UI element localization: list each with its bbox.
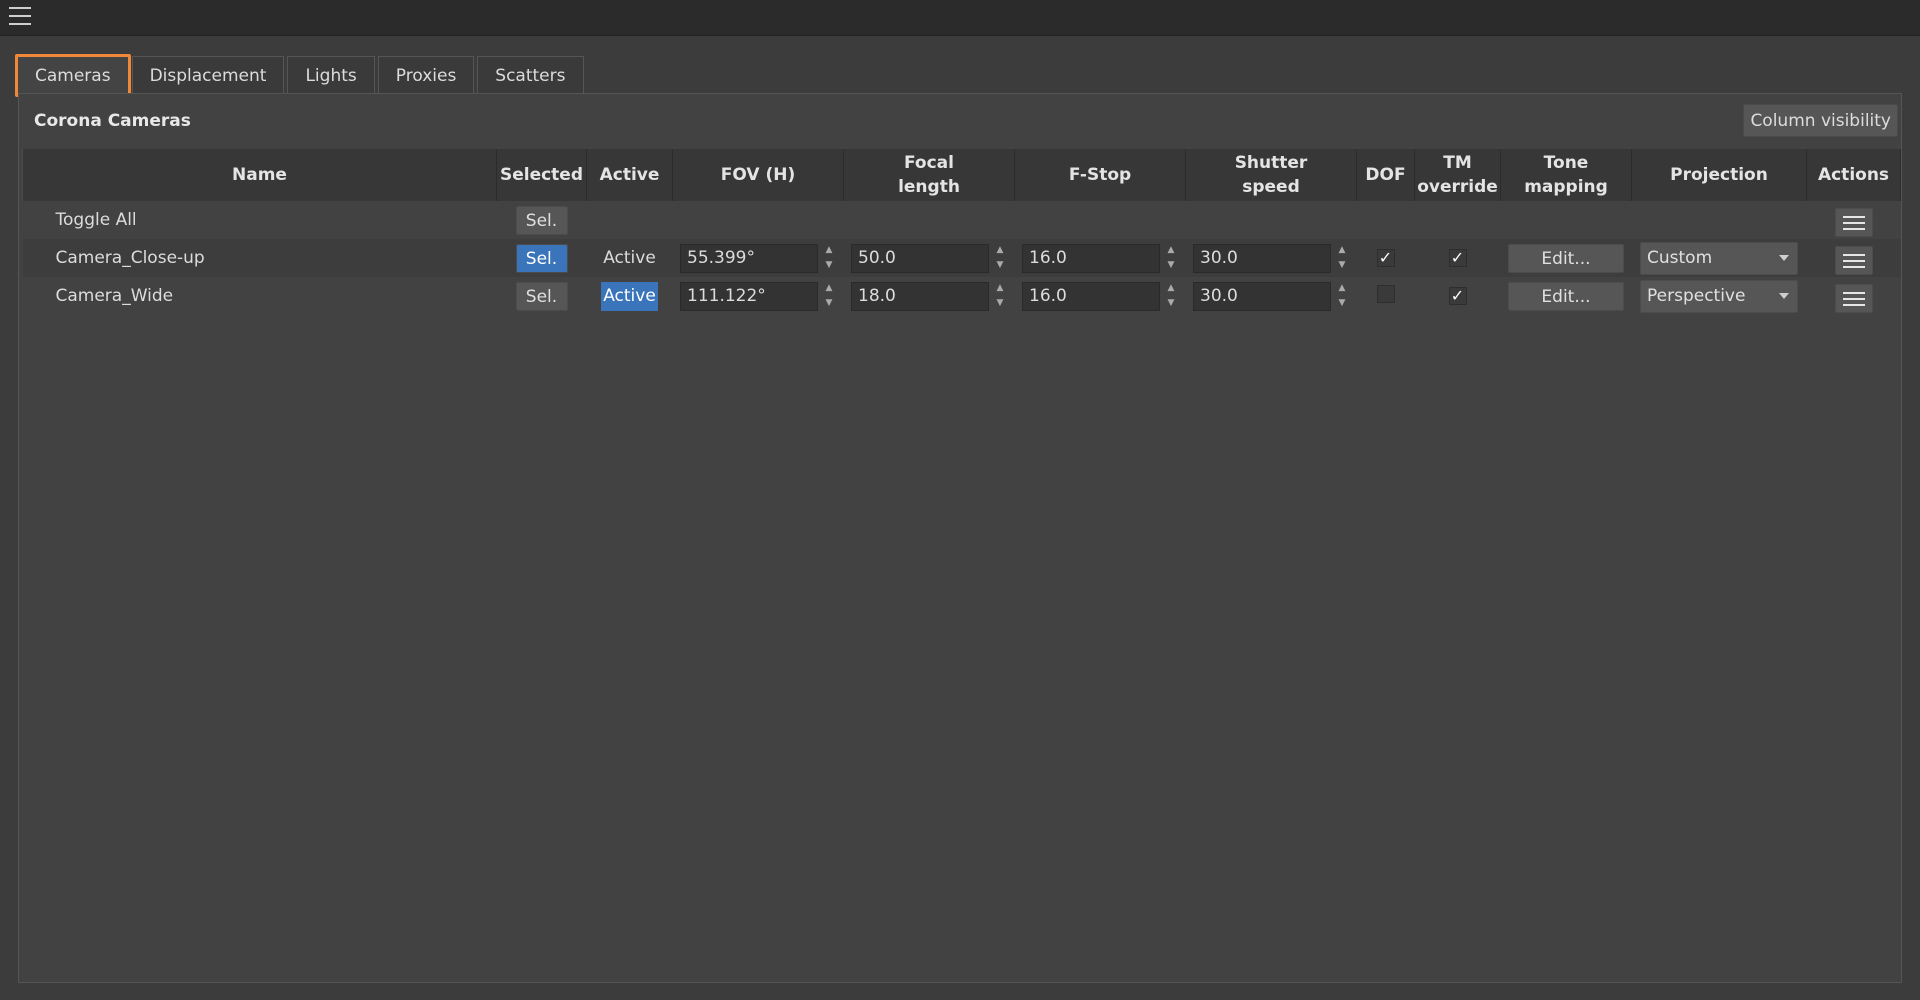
row-name: Camera_Close-up [22, 239, 497, 277]
active-toggle[interactable]: Active [601, 244, 658, 273]
projection-value: Custom [1647, 248, 1713, 268]
col-header-actions[interactable]: Actions [1806, 149, 1901, 201]
fov-spinner: ▲▼ [673, 243, 844, 273]
projection-value: Perspective [1647, 286, 1746, 306]
cameras-panel: Corona Cameras Column visibility Name Se… [18, 93, 1902, 983]
tm-override-checkbox[interactable]: ✓ [1448, 249, 1467, 267]
spinner-arrows-icon[interactable]: ▲ ▼ [993, 244, 1007, 273]
tab-cameras[interactable]: Cameras [15, 54, 131, 97]
tab-scatters[interactable]: Scatters [477, 56, 584, 94]
tab-lights[interactable]: Lights [287, 56, 375, 94]
tone-mapping-edit-button[interactable]: Edit... [1508, 243, 1624, 273]
col-header-shutter-speed[interactable]: Shutter speed [1185, 149, 1357, 201]
tm-override-checkbox[interactable]: ✓ [1448, 287, 1467, 305]
projection-select[interactable]: Perspective [1640, 279, 1798, 313]
tab-bar: Cameras Displacement Lights Proxies Scat… [15, 54, 587, 97]
col-header-name[interactable]: Name [22, 149, 497, 201]
active-toggle[interactable]: Active [601, 281, 658, 311]
col-header-selected[interactable]: Selected [496, 149, 587, 201]
tab-displacement[interactable]: Displacement [131, 56, 285, 94]
focal-length-spinner: ▲▼ [844, 281, 1015, 311]
fstop-spinner: ▲▼ [1015, 243, 1186, 273]
shutter-speed-input[interactable] [1193, 281, 1331, 311]
table-row: Camera_Wide Sel. Active ▲▼ ▲▼ ▲▼ ▲▼ ✓ Ed… [22, 277, 1901, 315]
row-name: Camera_Wide [22, 277, 497, 315]
col-header-projection[interactable]: Projection [1631, 149, 1807, 201]
toggle-all-select-button[interactable]: Sel. [515, 205, 568, 235]
col-header-active[interactable]: Active [586, 149, 673, 201]
fstop-input[interactable] [1022, 281, 1160, 311]
table-row-toggle-all: Toggle All Sel. [22, 201, 1901, 239]
cameras-table: Name Selected Active FOV (H) Focal length… [22, 149, 1901, 315]
focal-length-input[interactable] [851, 243, 989, 273]
dof-checkbox[interactable]: ✓ [1376, 249, 1395, 267]
spinner-arrows-icon[interactable]: ▲ ▼ [822, 244, 836, 273]
table-row: Camera_Close-up Sel. Active ▲▼ ▲▼ ▲▼ ▲▼ … [22, 239, 1901, 277]
projection-select[interactable]: Custom [1640, 241, 1798, 275]
fov-input[interactable] [680, 281, 818, 311]
spinner-arrows-icon[interactable]: ▲ ▼ [822, 282, 836, 311]
col-header-dof[interactable]: DOF [1356, 149, 1415, 201]
actions-menu-icon[interactable] [1834, 246, 1873, 276]
spinner-arrows-icon[interactable]: ▲ ▼ [993, 282, 1007, 311]
fstop-spinner: ▲▼ [1015, 281, 1186, 311]
focal-length-spinner: ▲▼ [844, 243, 1015, 273]
select-button[interactable]: Sel. [515, 243, 568, 273]
tone-mapping-edit-button[interactable]: Edit... [1508, 281, 1624, 311]
panel-title: Corona Cameras [34, 111, 191, 131]
col-header-tone-mapping[interactable]: Tone mapping [1500, 149, 1632, 201]
spinner-arrows-icon[interactable]: ▲ ▼ [1335, 282, 1349, 311]
fov-spinner: ▲▼ [673, 281, 844, 311]
shutter-speed-spinner: ▲▼ [1186, 281, 1357, 311]
shutter-speed-input[interactable] [1193, 243, 1331, 273]
col-header-tm-override[interactable]: TM override [1414, 149, 1501, 201]
fstop-input[interactable] [1022, 243, 1160, 273]
spinner-arrows-icon[interactable]: ▲ ▼ [1164, 282, 1178, 311]
main-menu-icon[interactable] [9, 7, 31, 25]
col-header-focal-length[interactable]: Focal length [843, 149, 1015, 201]
panel-header: Corona Cameras Column visibility [19, 94, 1901, 150]
row-name: Toggle All [22, 201, 497, 239]
table-header-row: Name Selected Active FOV (H) Focal length… [22, 149, 1901, 201]
focal-length-input[interactable] [851, 281, 989, 311]
fov-input[interactable] [680, 243, 818, 273]
column-visibility-button[interactable]: Column visibility [1743, 104, 1898, 137]
chevron-down-icon [1779, 255, 1789, 261]
col-header-fstop[interactable]: F-Stop [1014, 149, 1186, 201]
col-header-fov[interactable]: FOV (H) [672, 149, 844, 201]
chevron-down-icon [1779, 293, 1789, 299]
select-button[interactable]: Sel. [515, 281, 568, 311]
top-bar [0, 0, 1920, 36]
dof-checkbox[interactable] [1376, 284, 1395, 303]
tab-proxies[interactable]: Proxies [377, 56, 475, 94]
shutter-speed-spinner: ▲▼ [1186, 243, 1357, 273]
spinner-arrows-icon[interactable]: ▲ ▼ [1335, 244, 1349, 273]
spinner-arrows-icon[interactable]: ▲ ▼ [1164, 244, 1178, 273]
actions-menu-icon[interactable] [1834, 284, 1873, 314]
toggle-all-actions-menu-icon[interactable] [1834, 208, 1873, 238]
